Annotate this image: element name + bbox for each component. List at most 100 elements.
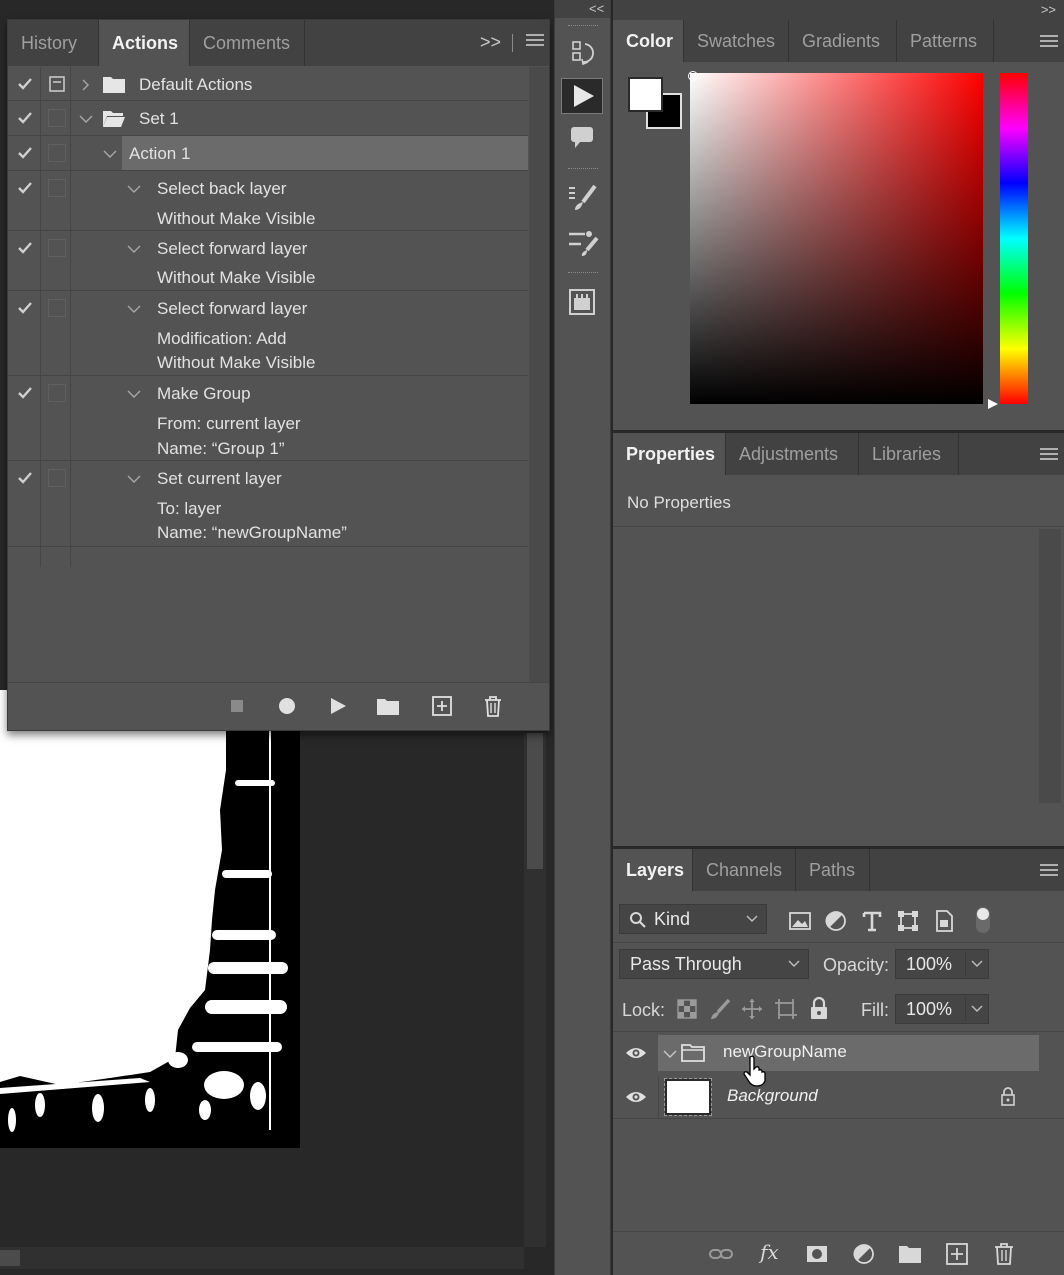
new-action-icon[interactable] (431, 695, 453, 717)
chevron-down-icon[interactable] (127, 304, 141, 314)
tab-paths[interactable]: Paths (796, 849, 870, 891)
stop-icon[interactable] (226, 695, 248, 717)
checkmark-icon[interactable] (18, 387, 32, 399)
tab-channels[interactable]: Channels (693, 849, 796, 891)
opacity-input[interactable]: 100% (895, 949, 989, 979)
trash-icon[interactable] (482, 695, 504, 717)
horizontal-scrollbar[interactable] (0, 1247, 524, 1269)
layer-name[interactable]: Background (727, 1086, 818, 1106)
actions-play-icon[interactable] (561, 78, 603, 114)
tab-actions[interactable]: Actions (99, 20, 190, 66)
type-filter-icon[interactable] (860, 909, 884, 933)
hue-slider[interactable] (1000, 73, 1028, 404)
checkmark-icon[interactable] (18, 78, 32, 90)
properties-panel-menu-icon[interactable] (1040, 448, 1058, 464)
tab-patterns[interactable]: Patterns (897, 20, 994, 62)
brush-presets-icon[interactable] (561, 180, 603, 216)
group-folder-icon[interactable] (898, 1242, 922, 1266)
dialog-toggle-empty[interactable] (48, 239, 66, 257)
dialog-toggle-empty[interactable] (48, 469, 66, 487)
brush-settings-icon[interactable] (561, 224, 603, 260)
folder-icon[interactable] (376, 695, 400, 717)
dock-grip[interactable] (568, 272, 598, 275)
color-picker-cursor[interactable] (688, 71, 698, 81)
action-step-set-current-layer[interactable]: Set current layer To: layer Name: “newGr… (8, 461, 528, 547)
eye-icon[interactable] (625, 1090, 647, 1104)
chevron-down-icon[interactable] (127, 244, 141, 254)
saturation-brightness-field[interactable] (690, 73, 983, 404)
chevron-down-icon[interactable] (663, 1049, 677, 1059)
chevron-down-icon[interactable] (127, 474, 141, 484)
tab-swatches[interactable]: Swatches (684, 20, 789, 62)
dock-grip[interactable] (568, 25, 598, 28)
play-icon[interactable] (327, 695, 349, 717)
filter-toggle-icon[interactable] (973, 905, 993, 935)
foreground-color-swatch[interactable] (628, 77, 663, 112)
fx-icon[interactable]: fx (760, 1240, 779, 1264)
action-set-set-1[interactable]: Set 1 (8, 101, 528, 136)
horizontal-scroll-thumb[interactable] (0, 1250, 20, 1266)
expand-dock-button[interactable]: >> (1041, 2, 1056, 17)
dialog-toggle-icon[interactable] (49, 76, 65, 92)
dialog-toggle-empty[interactable] (48, 299, 66, 317)
action-action-1[interactable]: Action 1 (8, 136, 528, 171)
dock-grip[interactable] (568, 168, 598, 171)
fill-input[interactable]: 100% (895, 994, 989, 1024)
lock-artboard-icon[interactable] (774, 998, 798, 1020)
action-step-select-forward-layer-add[interactable]: Select forward layer Modification: Add W… (8, 291, 528, 376)
layer-thumbnail[interactable] (664, 1078, 712, 1116)
checkmark-icon[interactable] (18, 182, 32, 194)
dialog-toggle-empty[interactable] (48, 384, 66, 402)
actions-panel-menu-icon[interactable] (526, 34, 544, 50)
delete-icon[interactable] (992, 1242, 1016, 1266)
lock-position-icon[interactable] (741, 998, 763, 1020)
comments-icon[interactable] (561, 120, 603, 156)
lock-all-icon[interactable] (809, 997, 829, 1020)
chevron-down-icon[interactable] (971, 1005, 983, 1013)
dialog-toggle-empty[interactable] (48, 144, 66, 162)
tab-layers[interactable]: Layers (613, 849, 693, 891)
eye-icon[interactable] (625, 1046, 647, 1060)
dialog-toggle-empty[interactable] (48, 179, 66, 197)
checkmark-icon[interactable] (18, 302, 32, 314)
blend-mode-dropdown[interactable]: Pass Through (619, 949, 809, 979)
chevron-right-icon[interactable] (80, 79, 90, 91)
checkmark-icon[interactable] (18, 112, 32, 124)
lock-transparent-pixels-icon[interactable] (676, 998, 698, 1020)
pixel-filter-icon[interactable] (788, 909, 812, 933)
dialog-toggle-empty[interactable] (48, 109, 66, 127)
mask-icon[interactable] (805, 1242, 829, 1266)
layer-row-background[interactable]: Background (613, 1076, 1064, 1118)
checkmark-icon[interactable] (18, 147, 32, 159)
vertical-scroll-thumb[interactable] (527, 733, 543, 869)
chevron-down-icon[interactable] (127, 184, 141, 194)
layers-panel-menu-icon[interactable] (1040, 864, 1058, 880)
collapse-dock-button[interactable]: << (589, 1, 604, 16)
tab-properties[interactable]: Properties (613, 433, 726, 475)
action-step-make-group[interactable]: Make Group From: current layer Name: “Gr… (8, 376, 528, 461)
shape-filter-icon[interactable] (896, 909, 920, 933)
chevron-down-icon[interactable] (971, 960, 983, 968)
lock-image-pixels-icon[interactable] (709, 998, 731, 1020)
adjustment-icon[interactable] (852, 1242, 876, 1266)
action-set-default-actions[interactable]: Default Actions (8, 67, 528, 101)
chevron-down-icon[interactable] (103, 149, 117, 159)
action-step-select-back-layer[interactable]: Select back layer Without Make Visible (8, 171, 528, 231)
adjustment-filter-icon[interactable] (824, 909, 848, 933)
layer-row-newgroupname[interactable]: newGroupName (613, 1035, 1064, 1087)
new-layer-icon[interactable] (945, 1242, 969, 1266)
actions-scrollbar[interactable] (529, 67, 549, 682)
smart-object-filter-icon[interactable] (932, 909, 956, 933)
tab-history[interactable]: History (8, 20, 99, 66)
layer-filter-kind-dropdown[interactable]: Kind (619, 904, 767, 934)
panel-expand-button[interactable]: >> (480, 32, 501, 53)
libraries-icon[interactable] (561, 284, 603, 320)
hue-slider-handle[interactable] (986, 397, 1000, 411)
chevron-down-icon[interactable] (79, 114, 93, 124)
vertical-scrollbar[interactable] (524, 733, 546, 1247)
chevron-down-icon[interactable] (127, 389, 141, 399)
link-icon[interactable] (709, 1242, 733, 1266)
history-icon[interactable] (561, 36, 603, 72)
properties-scrollbar[interactable] (1039, 529, 1061, 803)
tab-color[interactable]: Color (613, 20, 684, 62)
